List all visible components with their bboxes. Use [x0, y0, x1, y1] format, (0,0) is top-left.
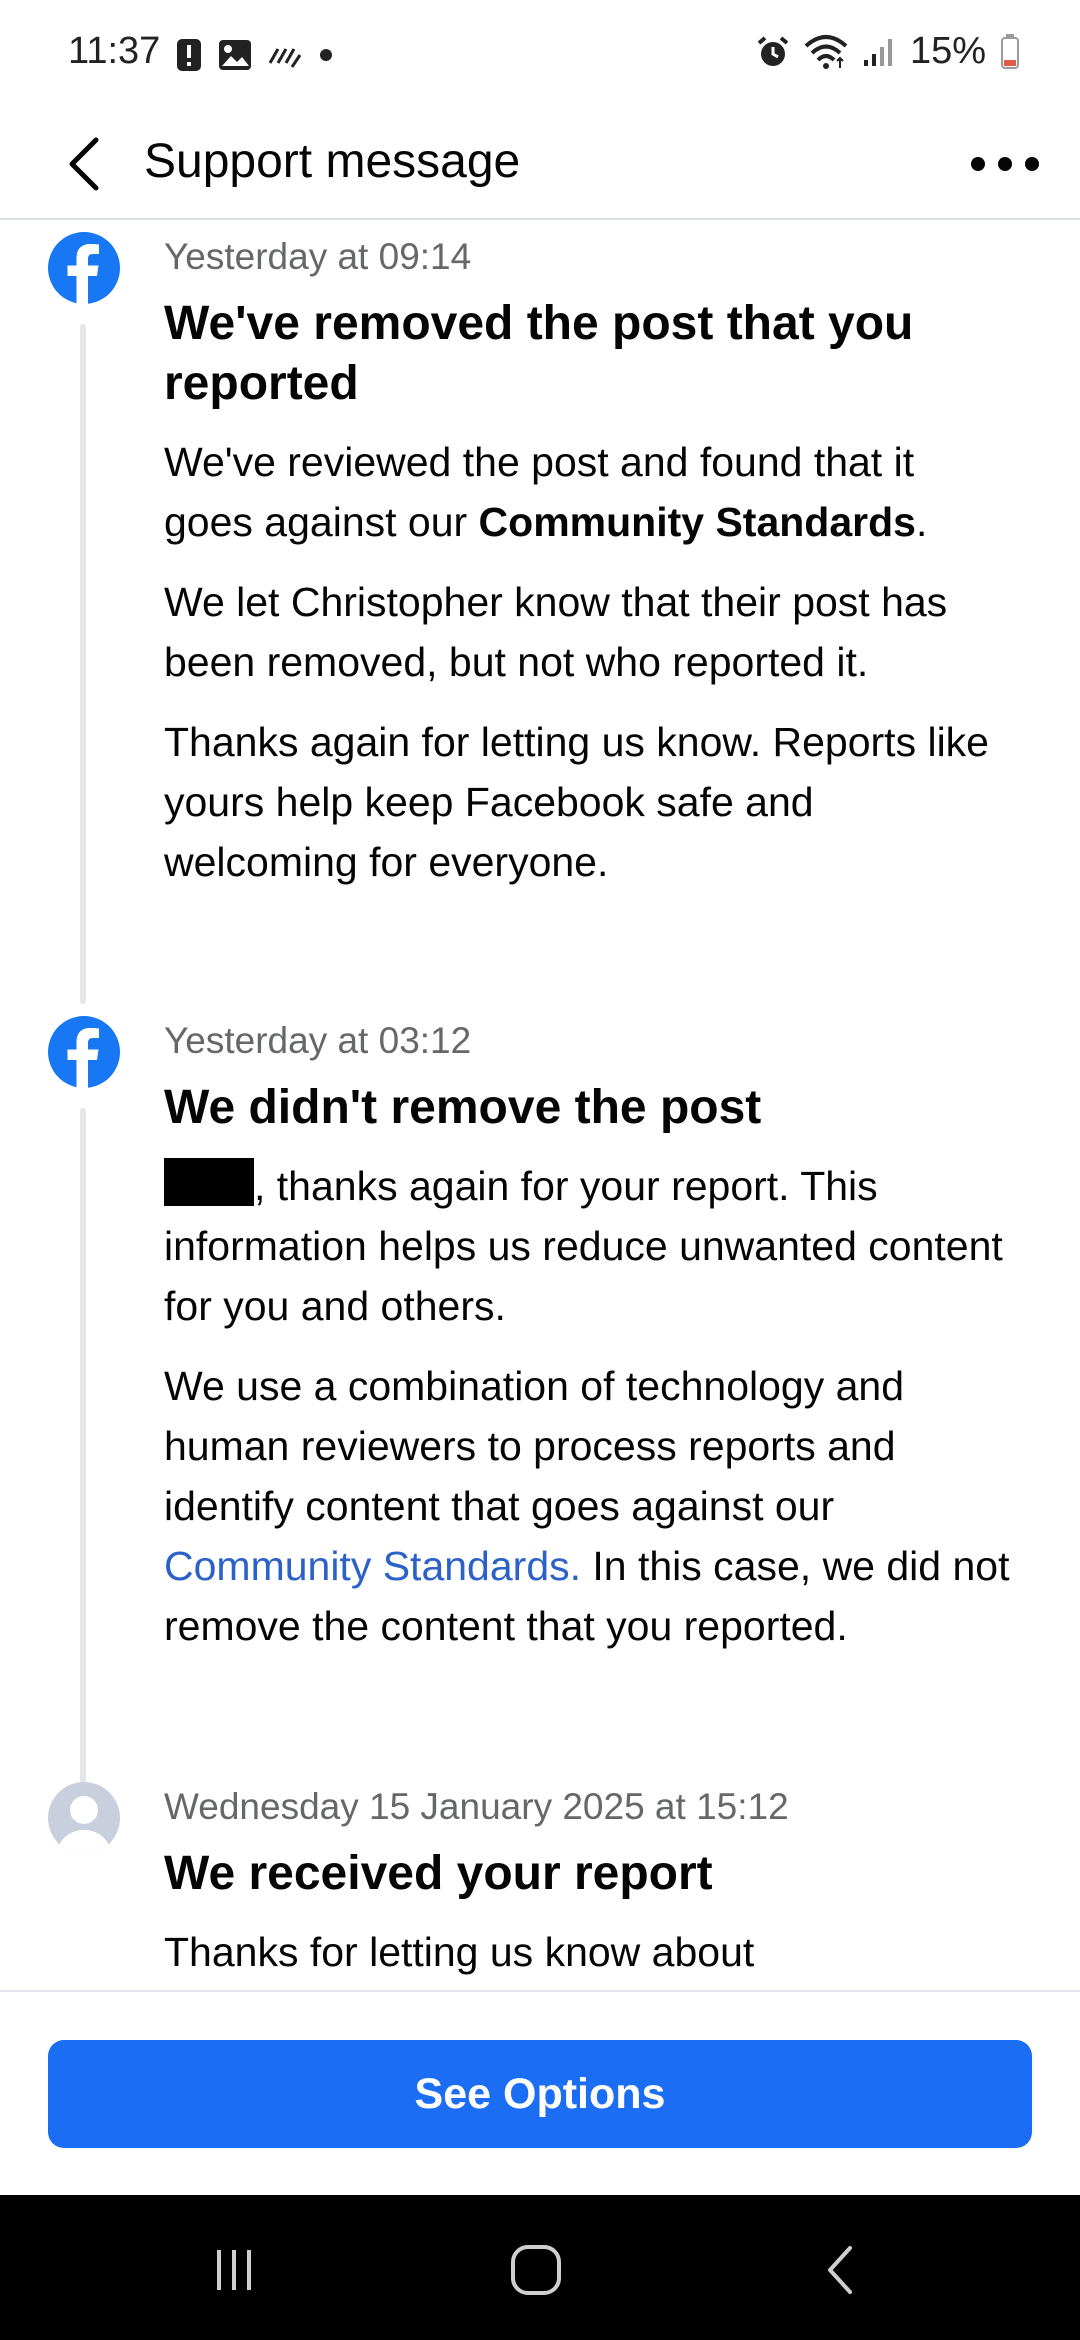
community-standards-link[interactable]: Community Standards.	[164, 1543, 581, 1589]
timeline-line	[80, 324, 86, 1004]
back-button[interactable]	[44, 124, 124, 204]
message-paragraph: We've reviewed the post and found that i…	[164, 432, 1014, 552]
message-paragraph: Thanks again for letting us know. Report…	[164, 719, 989, 885]
status-left-icons	[176, 38, 334, 72]
text-segment: .	[915, 499, 928, 545]
message-body: Yesterday at 09:14 We've removed the pos…	[164, 232, 1014, 912]
message-paragraph: We let Christopher know that their post …	[164, 579, 948, 685]
signal-activity-icon	[268, 48, 302, 68]
alert-icon	[177, 39, 201, 71]
message-title: We didn't remove the post	[164, 1081, 762, 1134]
page-title: Support message	[144, 135, 521, 188]
recent-apps-icon	[217, 2250, 251, 2290]
cell-signal-icon	[863, 38, 892, 66]
recent-apps-button[interactable]	[184, 2220, 284, 2320]
message-title: We've removed the post that you reported	[164, 297, 914, 410]
facebook-logo-icon	[48, 1016, 120, 1088]
community-standards-text: Community Standards	[478, 499, 916, 545]
top-app-bar: Support message	[0, 110, 1080, 220]
facebook-logo-icon	[48, 232, 120, 304]
more-dots-icon	[971, 157, 1039, 171]
back-arrow-icon	[69, 137, 99, 191]
message-paragraph: Thanks for letting us know about	[164, 1929, 755, 1975]
more-options-button[interactable]	[960, 124, 1050, 204]
battery-percent: 15%	[909, 30, 986, 72]
system-back-button[interactable]	[790, 2220, 890, 2320]
wifi-icon	[804, 34, 848, 69]
see-options-button[interactable]: See Options	[48, 2040, 1032, 2148]
message-timestamp: Yesterday at 09:14	[164, 236, 472, 277]
status-bar: 11:37 15%	[0, 0, 1080, 110]
message-timestamp: Yesterday at 03:12	[164, 1020, 472, 1061]
divider	[0, 1990, 1080, 1992]
message-body: Yesterday at 03:12 We didn't remove the …	[164, 1016, 1014, 1676]
message-paragraph: , thanks again for your report. This inf…	[164, 1156, 1014, 1336]
system-back-icon	[828, 2246, 852, 2294]
home-button[interactable]	[486, 2220, 586, 2320]
status-time: 11:37	[68, 30, 161, 72]
home-icon	[511, 2245, 561, 2295]
message-timestamp: Wednesday 15 January 2025 at 15:12	[164, 1786, 789, 1827]
alarm-icon	[757, 35, 789, 66]
dot-icon	[320, 49, 332, 61]
message-paragraph: We use a combination of technology and h…	[164, 1356, 1014, 1656]
text-segment: We use a combination of technology and h…	[164, 1363, 905, 1529]
user-avatar-icon	[48, 1782, 120, 1854]
message-title: We received your report	[164, 1847, 713, 1900]
battery-icon	[1001, 33, 1019, 69]
system-nav-bar	[0, 2195, 1080, 2340]
timeline-line	[80, 1108, 86, 1798]
message-feed[interactable]: Yesterday at 09:14 We've removed the pos…	[0, 220, 1080, 1990]
status-right: 15%	[756, 30, 1020, 73]
message-body: Wednesday 15 January 2025 at 15:12 We re…	[164, 1782, 1014, 1990]
image-icon	[219, 40, 251, 70]
text-segment: , thanks again for your report. This inf…	[164, 1163, 1003, 1329]
redacted-name	[164, 1158, 254, 1206]
